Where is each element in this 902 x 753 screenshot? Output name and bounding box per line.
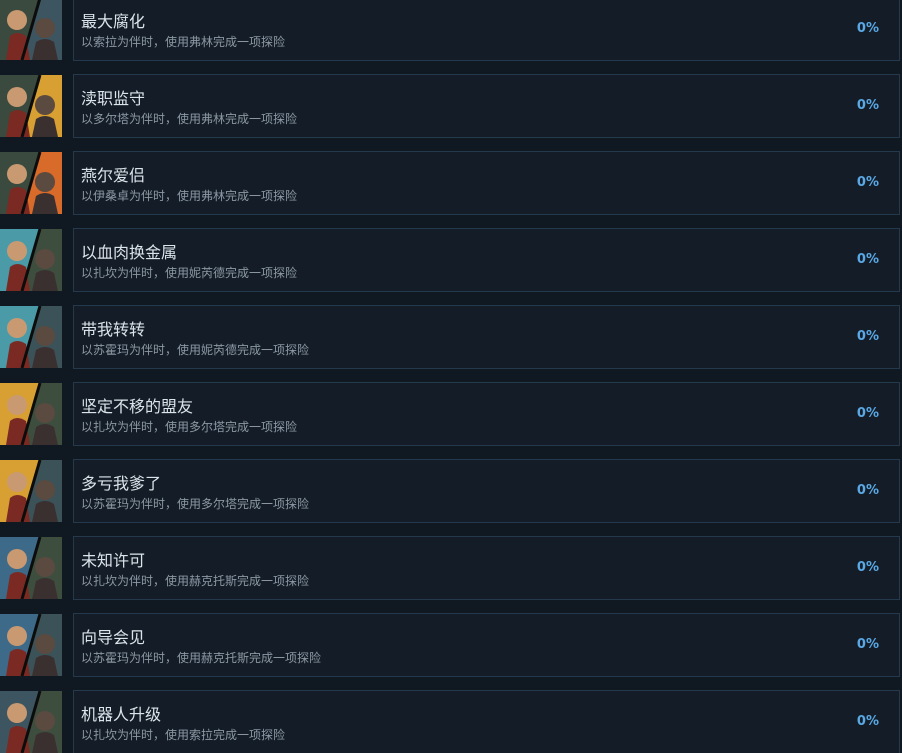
achievement-title: 最大腐化 xyxy=(81,12,146,31)
achievement-card: 机器人升级以扎坎为伴时，使用索拉完成一项探险 0% xyxy=(73,690,900,753)
achievement-card: 带我转转以苏霍玛为伴时，使用妮芮德完成一项探险 0% xyxy=(73,305,900,369)
achievement-card: 向导会见以苏霍玛为伴时，使用赫克托斯完成一项探险 0% xyxy=(73,613,900,677)
achievement-row[interactable]: 未知许可以扎坎为伴时，使用赫克托斯完成一项探险 0% xyxy=(0,536,902,602)
achievement-row[interactable]: 带我转转以苏霍玛为伴时，使用妮芮德完成一项探险 0% xyxy=(0,305,902,371)
achievement-title: 向导会见 xyxy=(81,628,146,647)
achievement-description: 以扎坎为伴时，使用赫克托斯完成一项探险 xyxy=(81,574,310,588)
achievement-card: 坚定不移的盟友以扎坎为伴时，使用多尔塔完成一项探险 0% xyxy=(73,382,900,446)
achievement-title: 多亏我爹了 xyxy=(81,474,162,493)
achievement-percent: 0% xyxy=(856,560,879,575)
achievement-row[interactable]: 坚定不移的盟友以扎坎为伴时，使用多尔塔完成一项探险 0% xyxy=(0,382,902,448)
achievement-percent: 0% xyxy=(856,714,879,729)
achievement-description: 以扎坎为伴时，使用索拉完成一项探险 xyxy=(81,728,286,742)
achievement-description: 以索拉为伴时，使用弗林完成一项探险 xyxy=(81,35,286,49)
achievement-percent: 0% xyxy=(856,406,879,421)
achievement-row[interactable]: 多亏我爹了以苏霍玛为伴时，使用多尔塔完成一项探险 0% xyxy=(0,459,902,525)
achievement-percent: 0% xyxy=(856,252,879,267)
hektos-suhoma-portrait-icon xyxy=(0,614,62,676)
achievement-row[interactable]: 最大腐化以索拉为伴时，使用弗林完成一项探险 0% xyxy=(0,0,902,63)
achievement-card: 以血肉换金属以扎坎为伴时，使用妮芮德完成一项探险 0% xyxy=(73,228,900,292)
achievement-description: 以多尔塔为伴时，使用弗林完成一项探险 xyxy=(81,112,298,126)
flynn-sora-portrait-icon xyxy=(0,0,62,60)
achievement-percent: 0% xyxy=(856,637,879,652)
achievement-title: 带我转转 xyxy=(81,320,146,339)
achievement-percent: 0% xyxy=(856,21,879,36)
flynn-isandra-portrait-icon xyxy=(0,152,62,214)
achievement-description: 以扎坎为伴时，使用妮芮德完成一项探险 xyxy=(81,266,298,280)
achievement-card: 渎职监守以多尔塔为伴时，使用弗林完成一项探险 0% xyxy=(73,74,900,138)
achievement-row[interactable]: 以血肉换金属以扎坎为伴时，使用妮芮德完成一项探险 0% xyxy=(0,228,902,294)
achievement-title: 燕尔爱侣 xyxy=(81,166,146,185)
achievement-description: 以扎坎为伴时，使用多尔塔完成一项探险 xyxy=(81,420,298,434)
nerid-suhoma-portrait-icon xyxy=(0,306,62,368)
achievement-card: 燕尔爱侣以伊桑卓为伴时，使用弗林完成一项探险 0% xyxy=(73,151,900,215)
achievement-title: 以血肉换金属 xyxy=(81,243,178,262)
achievement-title: 未知许可 xyxy=(81,551,146,570)
hektos-zakan-portrait-icon xyxy=(0,537,62,599)
achievement-percent: 0% xyxy=(856,329,879,344)
achievement-percent: 0% xyxy=(856,175,879,190)
achievement-card: 多亏我爹了以苏霍玛为伴时，使用多尔塔完成一项探险 0% xyxy=(73,459,900,523)
achievement-title: 机器人升级 xyxy=(81,705,162,724)
achievement-row[interactable]: 渎职监守以多尔塔为伴时，使用弗林完成一项探险 0% xyxy=(0,74,902,140)
achievement-percent: 0% xyxy=(856,98,879,113)
achievement-description: 以苏霍玛为伴时，使用妮芮德完成一项探险 xyxy=(81,343,310,357)
achievement-card: 未知许可以扎坎为伴时，使用赫克托斯完成一项探险 0% xyxy=(73,536,900,600)
achievement-description: 以伊桑卓为伴时，使用弗林完成一项探险 xyxy=(81,189,298,203)
achievement-title: 渎职监守 xyxy=(81,89,146,108)
achievement-row[interactable]: 向导会见以苏霍玛为伴时，使用赫克托斯完成一项探险 0% xyxy=(0,613,902,679)
achievement-title: 坚定不移的盟友 xyxy=(81,397,194,416)
dorta-zakan-portrait-icon xyxy=(0,383,62,445)
achievement-row[interactable]: 燕尔爱侣以伊桑卓为伴时，使用弗林完成一项探险 0% xyxy=(0,151,902,217)
dorta-suhoma-portrait-icon xyxy=(0,460,62,522)
achievement-card: 最大腐化以索拉为伴时，使用弗林完成一项探险 0% xyxy=(73,0,900,61)
sora-zakan-portrait-icon xyxy=(0,691,62,753)
nerid-zakan-portrait-icon xyxy=(0,229,62,291)
achievement-list: 最大腐化 以索拉为伴时，使用弗林完成一项探险 0% 渎职监守 以多尔塔为伴时，使用弗林完… xyxy=(0,0,902,753)
achievement-description: 以苏霍玛为伴时，使用多尔塔完成一项探险 xyxy=(81,497,310,511)
achievement-description: 以苏霍玛为伴时，使用赫克托斯完成一项探险 xyxy=(81,651,322,665)
achievement-percent: 0% xyxy=(856,483,879,498)
flynn-dorta-portrait-icon xyxy=(0,75,62,137)
achievement-row[interactable]: 机器人升级以扎坎为伴时，使用索拉完成一项探险 0% xyxy=(0,690,902,753)
